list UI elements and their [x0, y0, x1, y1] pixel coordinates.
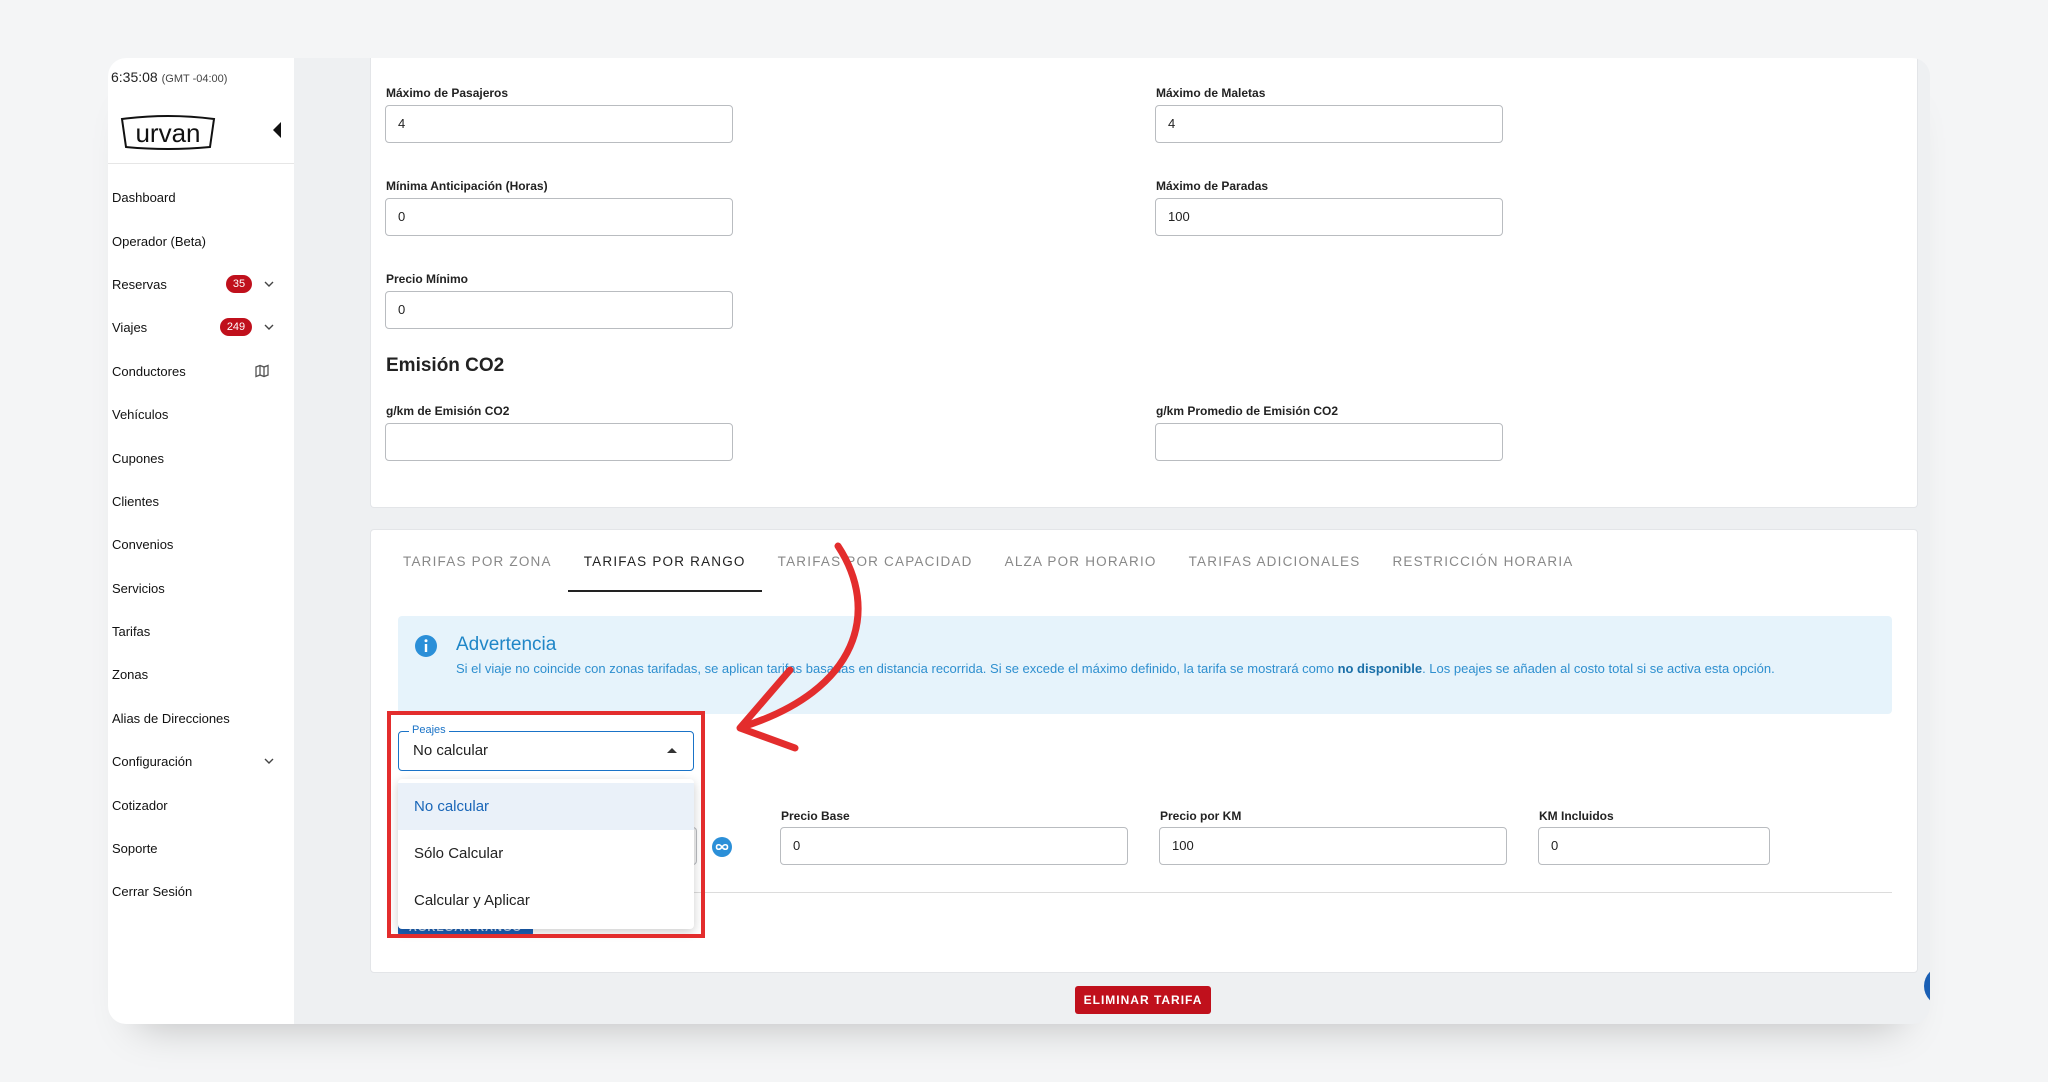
collapse-sidebar-icon[interactable]: [271, 121, 283, 139]
sidebar-item-cotizador[interactable]: Cotizador: [108, 783, 294, 826]
tab-adicionales[interactable]: Tarifas Adicionales: [1173, 530, 1377, 592]
sidebar-item-label: Operador (Beta): [112, 233, 206, 249]
max-luggage-input[interactable]: 4: [1155, 105, 1503, 143]
warning-alert: Advertencia Si el viaje no coincide con …: [398, 616, 1892, 714]
delete-tariff-button[interactable]: ELIMINAR TARIFA: [1075, 986, 1211, 1014]
sidebar: 6:35:08 (GMT -04:00) urvan Dashboard Ope…: [108, 58, 294, 1024]
km-included-input[interactable]: 0: [1538, 827, 1770, 865]
chevron-down-icon[interactable]: [262, 277, 276, 291]
chevron-down-icon[interactable]: [262, 754, 276, 768]
svg-text:urvan: urvan: [135, 118, 200, 148]
sidebar-item-label: Cupones: [112, 450, 165, 466]
price-per-km-label: Precio por KM: [1160, 809, 1242, 823]
app-window: 6:35:08 (GMT -04:00) urvan Dashboard Ope…: [108, 58, 1930, 1024]
sidebar-item-label: Zonas: [112, 667, 149, 683]
sidebar-item-soporte[interactable]: Soporte: [108, 827, 294, 870]
sidebar-item-label: Soporte: [112, 841, 158, 857]
sidebar-item-zonas[interactable]: Zonas: [108, 653, 294, 696]
clock: 6:35:08 (GMT -04:00): [111, 69, 227, 85]
tab-restriccion[interactable]: Restricción Horaria: [1376, 530, 1589, 592]
sidebar-item-operador[interactable]: Operador (Beta): [108, 219, 294, 262]
reservas-count-badge: 35: [226, 274, 252, 293]
tab-alza-horario[interactable]: Alza por Horario: [989, 530, 1173, 592]
tab-rango[interactable]: Tarifas por Rango: [567, 530, 762, 592]
sidebar-item-label: Vehículos: [112, 407, 169, 423]
sidebar-item-label: Tarifas: [112, 624, 151, 640]
infinity-icon[interactable]: [711, 836, 733, 858]
base-price-input[interactable]: 0: [780, 827, 1128, 865]
sidebar-item-label: Reservas: [112, 276, 167, 292]
sidebar-item-dashboard[interactable]: Dashboard: [108, 176, 294, 219]
min-advance-input[interactable]: 0: [385, 198, 733, 236]
vehicle-settings-card: Máximo de Pasajeros 4 Máximo de Maletas …: [370, 58, 1918, 508]
sidebar-item-clientes[interactable]: Clientes: [108, 480, 294, 523]
sidebar-item-convenios[interactable]: Convenios: [108, 523, 294, 566]
sidebar-item-alias[interactable]: Alias de Direcciones: [108, 697, 294, 740]
sidebar-item-label: Alias de Direcciones: [112, 710, 230, 726]
sidebar-item-label: Dashboard: [112, 190, 176, 206]
chevron-down-icon[interactable]: [262, 320, 276, 334]
clock-timezone: (GMT -04:00): [161, 73, 228, 85]
max-stops-label: Máximo de Paradas: [1156, 179, 1269, 193]
co2-avg-input[interactable]: [1155, 423, 1503, 461]
co2-avg-label: g/km Promedio de Emisión CO2: [1156, 404, 1339, 418]
sidebar-item-label: Clientes: [112, 493, 159, 509]
viajes-count-badge: 249: [220, 318, 252, 337]
sidebar-item-label: Viajes: [112, 320, 148, 336]
tab-zona[interactable]: Tarifas por Zona: [387, 530, 568, 592]
sidebar-item-label: Conductores: [112, 363, 186, 379]
base-price-label: Precio Base: [781, 809, 850, 823]
sidebar-item-conductores[interactable]: Conductores: [108, 350, 294, 393]
min-price-input[interactable]: 0: [385, 291, 733, 329]
sidebar-item-label: Configuración: [112, 754, 193, 770]
map-icon[interactable]: [255, 364, 269, 378]
km-included-label: KM Incluidos: [1539, 809, 1614, 823]
sidebar-item-configuracion[interactable]: Configuración: [108, 740, 294, 783]
floating-action-button[interactable]: [1924, 966, 1930, 1006]
co2-section-title: Emisión CO2: [386, 355, 505, 376]
min-price-label: Precio Mínimo: [386, 272, 469, 286]
max-stops-input[interactable]: 100: [1155, 198, 1503, 236]
sidebar-item-servicios[interactable]: Servicios: [108, 567, 294, 610]
sidebar-item-vehiculos[interactable]: Vehículos: [108, 393, 294, 436]
co2-gkm-label: g/km de Emisión CO2: [386, 404, 510, 418]
annotation-highlight-box: [387, 711, 705, 938]
logo-row: urvan: [108, 108, 294, 164]
co2-gkm-input[interactable]: [385, 423, 733, 461]
max-luggage-label: Máximo de Maletas: [1156, 86, 1266, 100]
sidebar-item-tarifas[interactable]: Tarifas: [108, 610, 294, 653]
alert-title: Advertencia: [456, 634, 557, 655]
sidebar-item-viajes[interactable]: Viajes 249: [108, 306, 294, 349]
sidebar-item-label: Convenios: [112, 537, 174, 553]
tariff-tabs: Tarifas por Zona Tarifas por Rango Tarif…: [387, 530, 1590, 592]
urvan-logo: urvan: [120, 115, 216, 150]
info-icon: [415, 635, 437, 657]
alert-message: Si el viaje no coincide con zonas tarifa…: [456, 661, 1775, 676]
sidebar-item-label: Servicios: [112, 580, 165, 596]
min-advance-label: Mínima Anticipación (Horas): [386, 179, 548, 193]
sidebar-item-cupones[interactable]: Cupones: [108, 436, 294, 479]
max-passengers-input[interactable]: 4: [385, 105, 733, 143]
sidebar-item-reservas[interactable]: Reservas 35: [108, 263, 294, 306]
tab-capacidad[interactable]: Tarifas por Capacidad: [762, 530, 989, 592]
sidebar-item-label: Cerrar Sesión: [112, 884, 193, 900]
clock-time: 6:35:08: [111, 69, 158, 85]
sidebar-item-logout[interactable]: Cerrar Sesión: [108, 870, 294, 913]
max-passengers-label: Máximo de Pasajeros: [386, 86, 509, 100]
sidebar-item-label: Cotizador: [112, 797, 168, 813]
price-per-km-input[interactable]: 100: [1159, 827, 1507, 865]
sidebar-nav: Dashboard Operador (Beta) Reservas 35 Vi…: [108, 176, 294, 914]
